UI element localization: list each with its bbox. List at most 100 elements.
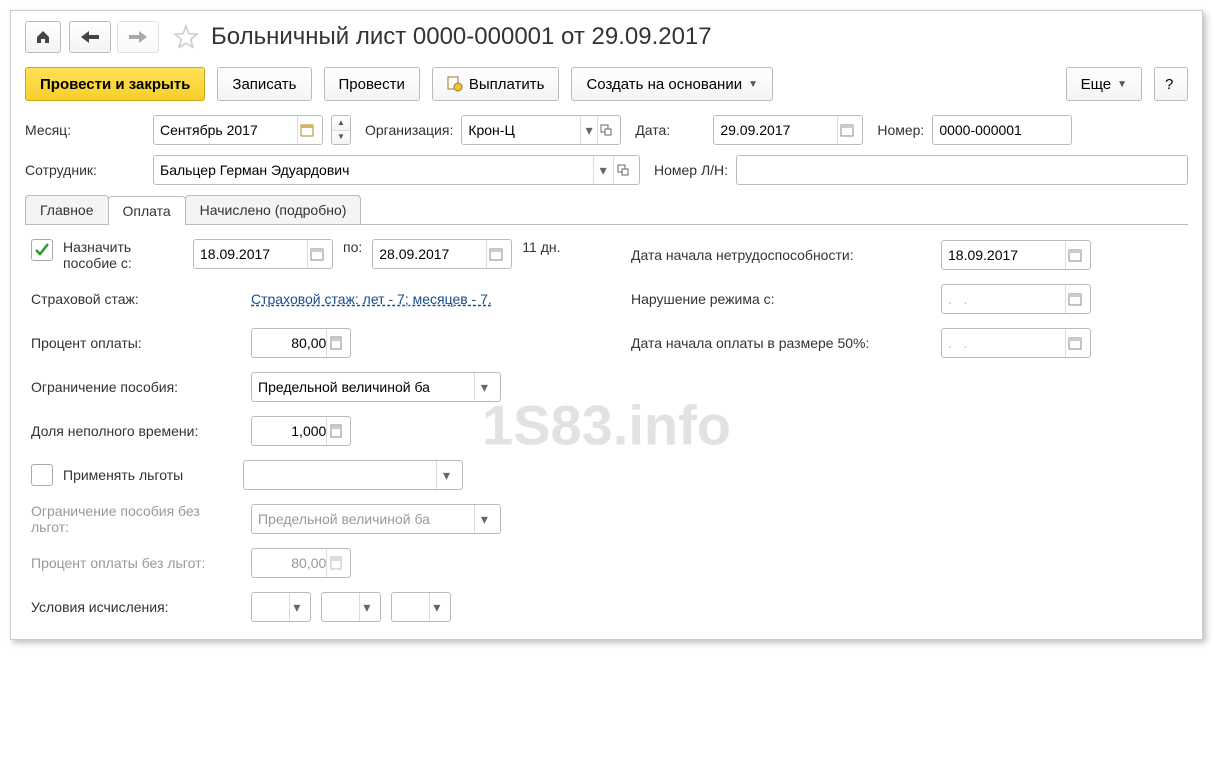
- percent-wo-value: [258, 555, 326, 571]
- parttime-input[interactable]: [251, 416, 351, 446]
- condition-1-input[interactable]: ▾: [251, 592, 311, 622]
- employee-label: Сотрудник:: [25, 162, 145, 178]
- payment-left-column: Назначить пособие с: по: 11 дн. С: [31, 239, 591, 623]
- history-buttons: [69, 21, 159, 53]
- parttime-row: Доля неполного времени:: [31, 415, 591, 447]
- seniority-label: Страховой стаж:: [31, 291, 241, 307]
- org-label: Организация:: [365, 122, 453, 138]
- dropdown-icon[interactable]: ▾: [474, 373, 494, 401]
- use-discount-checkbox[interactable]: [31, 464, 53, 486]
- calendar-icon[interactable]: [1065, 285, 1084, 313]
- title-bar: Больничный лист 0000-000001 от 29.09.201…: [25, 21, 1188, 53]
- spin-down[interactable]: ▼: [332, 131, 350, 145]
- percent-input[interactable]: [251, 328, 351, 358]
- limit-wo-value: [258, 511, 474, 527]
- pay-button[interactable]: Выплатить: [432, 67, 560, 101]
- violation-value[interactable]: [948, 291, 1065, 307]
- violation-input[interactable]: [941, 284, 1091, 314]
- calendar-icon[interactable]: [837, 116, 856, 144]
- violation-label: Нарушение режима с:: [631, 291, 931, 307]
- disability-date-value[interactable]: [948, 247, 1065, 263]
- tab-main[interactable]: Главное: [25, 195, 109, 224]
- pay50-input[interactable]: [941, 328, 1091, 358]
- favorite-button[interactable]: [167, 21, 203, 53]
- save-button[interactable]: Записать: [217, 67, 311, 101]
- calculator-icon: [326, 549, 344, 577]
- calculator-icon[interactable]: [326, 417, 344, 445]
- dropdown-icon[interactable]: ▾: [593, 156, 613, 184]
- discount-input[interactable]: ▾: [243, 460, 463, 490]
- open-icon[interactable]: [597, 116, 614, 144]
- dropdown-icon: ▼: [748, 79, 758, 90]
- limit-wo-row: Ограничение пособия без льгот: ▾: [31, 503, 591, 535]
- dropdown-icon[interactable]: ▾: [429, 593, 444, 621]
- assign-benefit-checkbox[interactable]: [31, 239, 53, 261]
- to-label: по:: [343, 239, 362, 255]
- month-value[interactable]: [160, 122, 297, 138]
- parttime-value[interactable]: [258, 423, 326, 439]
- date-value[interactable]: [720, 122, 837, 138]
- month-input[interactable]: [153, 115, 323, 145]
- calendar-icon[interactable]: [1065, 241, 1084, 269]
- post-button[interactable]: Провести: [324, 67, 420, 101]
- seniority-link[interactable]: Страховой стаж: лет - 7; месяцев - 7.: [251, 291, 492, 307]
- number-input[interactable]: [932, 115, 1072, 145]
- number-value[interactable]: [939, 122, 1065, 138]
- benefit-from-input[interactable]: [193, 239, 333, 269]
- spin-up[interactable]: ▲: [332, 116, 350, 131]
- dropdown-icon[interactable]: ▾: [436, 461, 456, 489]
- condition-3-input[interactable]: ▾: [391, 592, 451, 622]
- pay50-value[interactable]: [948, 335, 1065, 351]
- use-discount-row: Применять льготы ▾: [31, 459, 591, 491]
- month-spinner[interactable]: ▲ ▼: [331, 115, 351, 145]
- percent-value[interactable]: [258, 335, 326, 351]
- home-icon: [35, 29, 51, 45]
- more-button[interactable]: Еще ▼: [1066, 67, 1142, 101]
- pay-label: Выплатить: [469, 76, 545, 93]
- date-input[interactable]: [713, 115, 863, 145]
- use-discount-label: Применять льготы: [63, 467, 233, 483]
- tab-payment[interactable]: Оплата: [108, 196, 186, 225]
- tab-accrued[interactable]: Начислено (подробно): [185, 195, 362, 224]
- employee-input[interactable]: ▾: [153, 155, 640, 185]
- calendar-icon[interactable]: [1065, 329, 1084, 357]
- coins-icon: [447, 76, 463, 92]
- parttime-label: Доля неполного времени:: [31, 423, 241, 439]
- help-button[interactable]: ?: [1154, 67, 1188, 101]
- document-form: Больничный лист 0000-000001 от 29.09.201…: [10, 10, 1203, 640]
- create-based-on-button[interactable]: Создать на основании ▼: [571, 67, 773, 101]
- percent-row: Процент оплаты:: [31, 327, 591, 359]
- calendar-icon[interactable]: [297, 116, 316, 144]
- date-label: Дата:: [635, 122, 705, 138]
- dropdown-icon[interactable]: ▾: [580, 116, 597, 144]
- open-icon[interactable]: [613, 156, 633, 184]
- dropdown-icon: ▼: [1117, 79, 1127, 90]
- limit-value[interactable]: [258, 379, 474, 395]
- back-button[interactable]: [69, 21, 111, 53]
- arrow-right-icon: [129, 31, 147, 43]
- limit-wo-input: ▾: [251, 504, 501, 534]
- home-button[interactable]: [25, 21, 61, 53]
- dropdown-icon[interactable]: ▾: [289, 593, 304, 621]
- ln-value[interactable]: [743, 162, 1181, 178]
- calendar-icon[interactable]: [486, 240, 505, 268]
- post-and-close-button[interactable]: Провести и закрыть: [25, 67, 205, 101]
- dropdown-icon[interactable]: ▾: [359, 593, 374, 621]
- benefit-to-input[interactable]: [372, 239, 512, 269]
- star-icon: [173, 24, 199, 50]
- percent-wo-label: Процент оплаты без льгот:: [31, 555, 241, 571]
- limit-input[interactable]: ▾: [251, 372, 501, 402]
- ln-input[interactable]: [736, 155, 1188, 185]
- limit-wo-label: Ограничение пособия без льгот:: [31, 503, 241, 535]
- seniority-row: Страховой стаж: Страховой стаж: лет - 7;…: [31, 283, 591, 315]
- benefit-from-value[interactable]: [200, 246, 307, 262]
- calendar-icon[interactable]: [307, 240, 326, 268]
- benefit-to-value[interactable]: [379, 246, 486, 262]
- org-value[interactable]: [468, 122, 580, 138]
- condition-2-input[interactable]: ▾: [321, 592, 381, 622]
- org-input[interactable]: ▾: [461, 115, 621, 145]
- calculator-icon[interactable]: [326, 329, 344, 357]
- forward-button[interactable]: [117, 21, 159, 53]
- disability-date-input[interactable]: [941, 240, 1091, 270]
- employee-value[interactable]: [160, 162, 593, 178]
